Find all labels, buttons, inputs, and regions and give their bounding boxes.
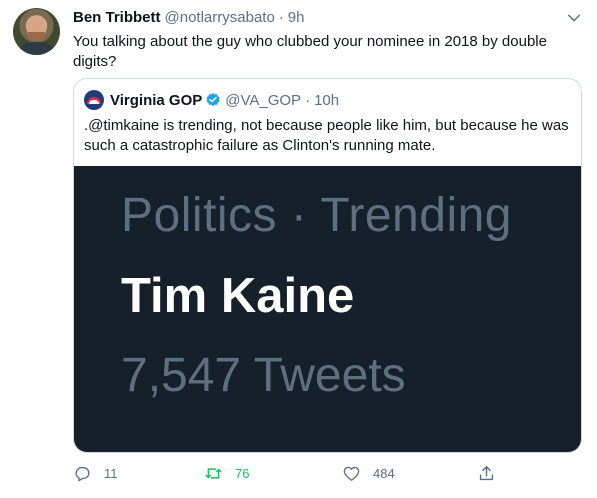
media-trend-category: Politics · Trending	[121, 189, 512, 242]
avatar[interactable]	[13, 8, 60, 55]
action-bar: 11 76 484	[73, 462, 503, 484]
quoted-author-name[interactable]: Virginia GOP	[110, 92, 202, 109]
tweet-time[interactable]: 9h	[288, 9, 305, 26]
tweet-header: Ben Tribbett @notlarrysabato · 9h	[73, 9, 304, 29]
quoted-tweet-text: .@timkaine is trending, not because peop…	[84, 117, 569, 154]
verified-badge-icon	[206, 93, 220, 107]
media-trend-topic: Tim Kaine	[121, 269, 355, 323]
share-icon	[479, 465, 494, 480]
avatar-shirt	[19, 42, 54, 55]
chevron-down-icon[interactable]	[565, 9, 583, 27]
quoted-tweet[interactable]: Virginia GOP @VA_GOP · 10h .@timkaine is…	[73, 78, 582, 453]
like-count: 484	[373, 465, 395, 481]
retweet-count: 76	[235, 465, 250, 481]
header-separator: ·	[278, 9, 284, 26]
quoted-header-separator: ·	[305, 91, 311, 109]
author-name[interactable]: Ben Tribbett	[73, 9, 161, 26]
tweet-text: You talking about the guy who clubbed yo…	[73, 33, 547, 70]
reply-count: 11	[104, 465, 118, 481]
share-button[interactable]	[477, 462, 496, 484]
quoted-tweet-header: Virginia GOP @VA_GOP · 10h	[84, 90, 339, 110]
quoted-author-handle[interactable]: @VA_GOP	[225, 92, 301, 109]
retweet-icon	[205, 467, 222, 479]
media-tweet-count: 7,547 Tweets	[121, 349, 406, 402]
reply-icon	[75, 466, 90, 481]
tweet[interactable]: Ben Tribbett @notlarrysabato · 9h You ta…	[0, 0, 597, 498]
reply-button[interactable]: 11	[73, 462, 118, 484]
quoted-avatar[interactable]	[84, 90, 104, 110]
quoted-time[interactable]: 10h	[314, 92, 339, 109]
avatar-beard	[28, 32, 45, 41]
quoted-media-image[interactable]: Politics · Trending Tim Kaine 7,547 Twee…	[74, 166, 581, 452]
heart-icon	[343, 466, 360, 481]
like-button[interactable]: 484	[342, 462, 395, 484]
author-handle[interactable]: @notlarrysabato	[165, 9, 275, 26]
retweet-button[interactable]: 76	[204, 462, 249, 484]
